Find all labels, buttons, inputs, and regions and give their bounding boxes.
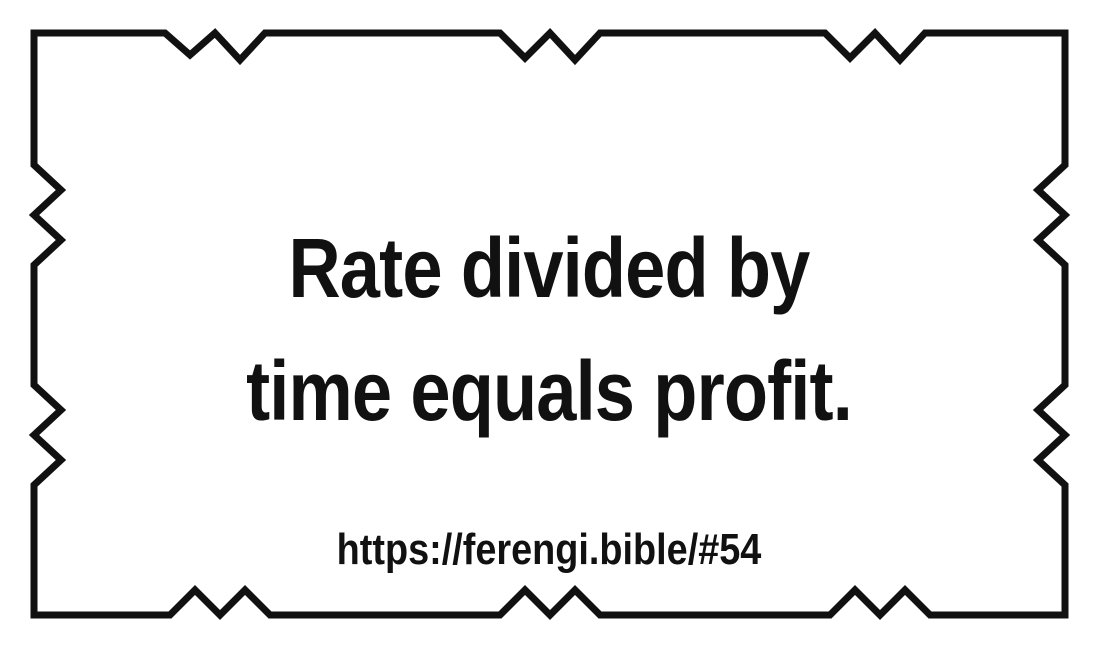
quote-line-2: time equals profit. [246, 344, 853, 438]
quote-line-1: Rate divided by [288, 221, 811, 315]
source-url: https://ferengi.bible/#54 [336, 525, 762, 574]
rule-card: Rate divided by time equals profit. http… [0, 0, 1098, 648]
